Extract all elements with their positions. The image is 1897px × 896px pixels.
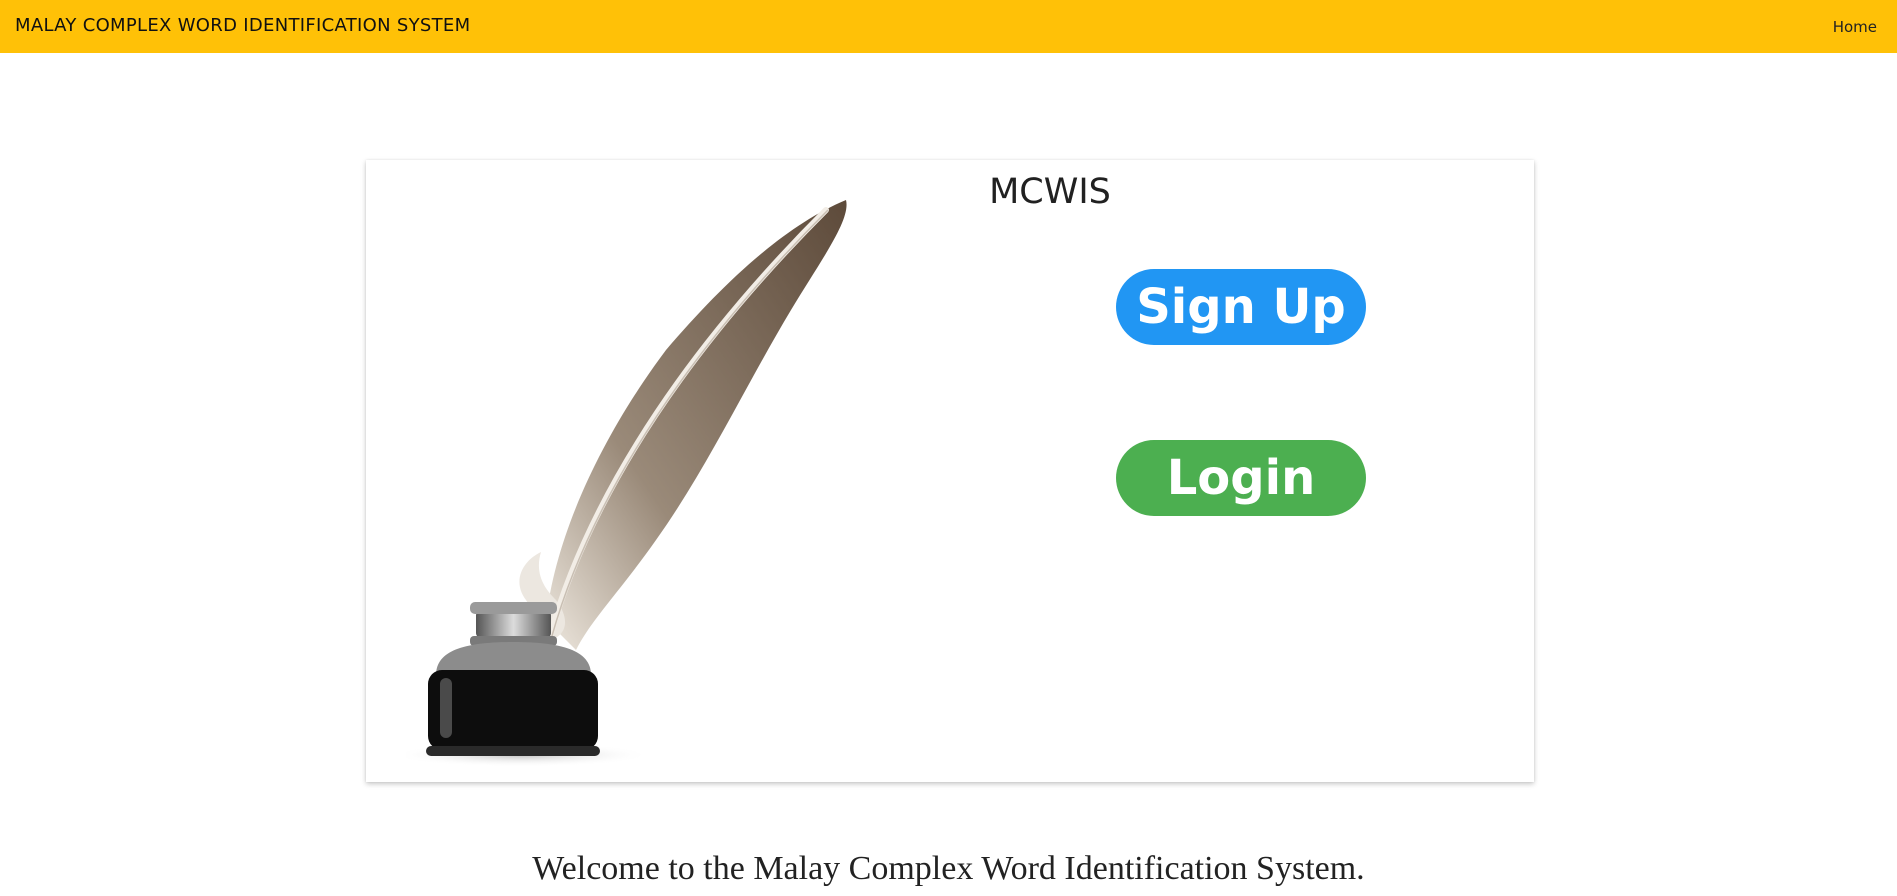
welcome-message: Welcome to the Malay Complex Word Identi… [532, 850, 1365, 887]
card-title: MCWIS [989, 172, 1111, 212]
top-navbar: MALAY COMPLEX WORD IDENTIFICATION SYSTEM… [0, 0, 1897, 53]
login-button[interactable]: Login [1116, 440, 1366, 516]
brand-title[interactable]: MALAY COMPLEX WORD IDENTIFICATION SYSTEM [15, 15, 470, 36]
nav-home-link[interactable]: Home [1833, 18, 1877, 36]
quill-inkwell-icon [391, 180, 966, 780]
main-card: MCWIS Sign Up Login [366, 160, 1534, 782]
sign-up-button[interactable]: Sign Up [1116, 269, 1366, 345]
